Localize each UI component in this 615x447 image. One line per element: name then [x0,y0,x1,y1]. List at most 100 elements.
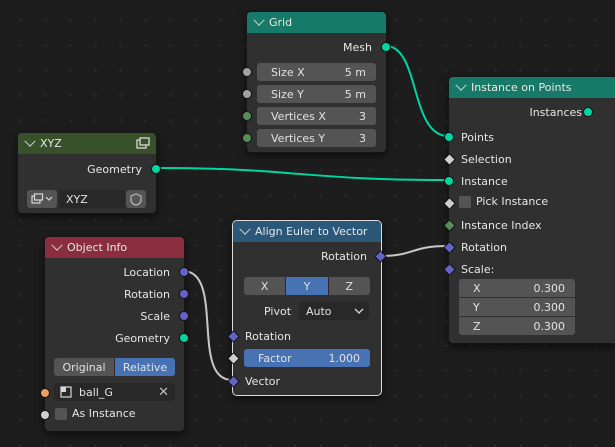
field-label: Size Y [271,87,304,101]
field-value: 0.300 [533,319,566,333]
rotation-output-row: Rotation [45,283,184,305]
field-label: Vertices Y [271,131,326,145]
field-label: Size X [271,65,305,79]
output-label: Rotation [320,249,367,263]
instance-on-points-header[interactable]: Instance on Points [449,77,615,98]
align-euler-node-header[interactable]: Align Euler to Vector [233,221,381,242]
node-title: XYZ [40,137,62,150]
object-input-socket[interactable] [40,388,50,398]
field-label: Factor [258,351,292,365]
pick-instance-label: Pick Instance [476,195,549,208]
axis-z-option[interactable]: Z [328,277,370,295]
geometry-output-socket[interactable] [151,164,161,174]
mesh-output-socket[interactable] [381,42,391,52]
vertices-x-socket[interactable] [242,111,252,121]
object-picker-field[interactable]: ball_G ✕ [54,383,175,401]
pivot-value: Auto [306,304,332,318]
output-label: Rotation [123,287,170,301]
output-label: Geometry [115,331,170,345]
fake-user-button[interactable] [126,190,146,208]
object-info-node[interactable]: Object Info Location Rotation Scale Geom… [40,236,189,432]
factor-slider[interactable]: Factor 1.000 [244,349,370,367]
xyz-node[interactable]: XYZ Geometry XYZ [17,132,161,214]
axis-x-option[interactable]: X [244,277,287,295]
object-info-node-header[interactable]: Object Info [45,237,184,258]
axis-selector[interactable]: X Y Z [244,277,370,295]
field-label: Z [473,319,481,333]
field-value: 0.300 [533,300,566,314]
relative-option[interactable]: Relative [115,358,175,376]
output-label: Location [123,265,170,279]
shield-icon [130,192,142,206]
as-instance-label: As Instance [72,407,136,420]
geometry-output-socket[interactable] [179,333,189,343]
instance-index-row: Instance Index [449,214,615,236]
collection-name-field[interactable]: XYZ [59,190,125,208]
rotation-output-row: Rotation [233,245,381,267]
rotation-output-socket[interactable] [179,289,189,299]
vertices-y-field[interactable]: Vertices Y 3 [257,129,376,147]
location-output-socket[interactable] [179,267,189,277]
chevron-down-icon [354,308,364,314]
node-title: Align Euler to Vector [255,225,368,238]
chevron-down-icon[interactable] [24,135,36,147]
instance-on-points-node[interactable]: Instance on Points Instances Points Sele… [443,76,615,344]
chevron-down-icon[interactable] [253,14,265,26]
field-label: X [473,281,481,295]
input-label: Selection [461,152,512,166]
points-input-socket[interactable] [444,132,454,142]
vector-input-row: Vector [233,370,381,392]
scale-z-field[interactable]: Z 0.300 [459,317,575,335]
node-title: Object Info [67,241,128,254]
as-instance-socket[interactable] [40,410,50,420]
field-value: 3 [359,131,366,145]
output-label: Geometry [87,162,142,176]
field-label: Vertices X [271,109,326,123]
input-label: Scale: [461,262,495,276]
pivot-label: Pivot [264,305,292,318]
pivot-dropdown[interactable]: Auto [299,302,369,320]
instance-input-socket[interactable] [444,176,454,186]
object-icon [60,386,72,398]
grid-node-header[interactable]: Grid [247,12,386,33]
axis-y-option[interactable]: Y [286,277,329,295]
output-label: Mesh [343,40,372,54]
geometry-output-row: Geometry [45,327,184,349]
field-value: 5 m [344,65,366,79]
input-label: Instance [461,174,508,188]
field-value: 0.300 [533,281,566,295]
scale-y-field[interactable]: Y 0.300 [459,298,575,316]
clear-icon[interactable]: ✕ [158,385,169,400]
output-label: Scale [140,309,170,323]
chevron-down-icon[interactable] [455,79,467,91]
rotation-input-row: Rotation [233,325,381,347]
xyz-node-header[interactable]: XYZ [18,133,156,154]
scale-input-row: Scale: [449,258,615,280]
points-input-row: Points [449,126,615,148]
scale-x-field[interactable]: X 0.300 [459,279,575,297]
chevron-down-icon[interactable] [239,223,251,235]
size-y-socket[interactable] [242,89,252,99]
output-label: Instances [529,105,582,119]
node-title: Instance on Points [471,81,572,94]
chevron-down-icon[interactable] [51,239,63,251]
size-y-field[interactable]: Size Y 5 m [257,85,376,103]
vertices-x-field[interactable]: Vertices X 3 [257,107,376,125]
align-euler-node[interactable]: Align Euler to Vector Rotation X Y Z Piv… [227,220,387,396]
size-x-field[interactable]: Size X 5 m [257,63,376,81]
size-x-socket[interactable] [242,67,252,77]
grid-node[interactable]: Grid Mesh Size X 5 m Size Y 5 m Vertices… [242,11,391,153]
transform-space-toggle[interactable]: Original Relative [54,358,175,376]
field-value: 1.000 [328,351,361,365]
mesh-output-row: Mesh [247,36,386,58]
original-option[interactable]: Original [54,358,115,376]
as-instance-checkbox[interactable] [55,408,67,420]
instance-input-row: Instance [449,170,615,192]
instances-output-socket[interactable] [583,107,593,117]
collection-name: XYZ [66,192,88,206]
scale-output-socket[interactable] [179,311,189,321]
pick-instance-checkbox[interactable] [459,196,471,208]
field-label: Y [473,300,480,314]
collection-picker-button[interactable] [27,190,57,208]
vertices-y-socket[interactable] [242,133,252,143]
